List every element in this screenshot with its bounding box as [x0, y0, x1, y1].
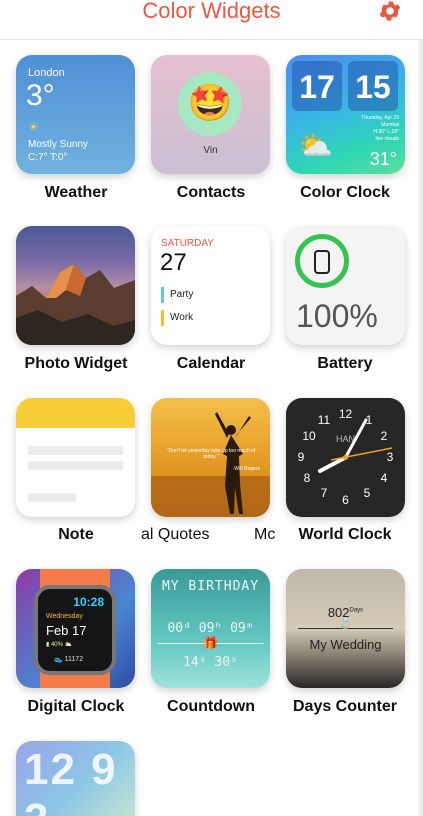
calendar-date: 27: [160, 249, 187, 276]
countdown-value: 14: [183, 655, 199, 670]
note-widget-tile[interactable]: [16, 398, 135, 517]
days-counter-widget-tile[interactable]: 802Days 💍 My Wedding: [286, 569, 405, 688]
world-clock-widget-tile[interactable]: 12 1 2 3 4 5 6 7 8 9 10 11 HAN: [286, 398, 405, 517]
contact-name: Vin: [203, 145, 218, 156]
scrollbar[interactable]: [419, 0, 423, 816]
days-counter-label[interactable]: Days Counter: [275, 698, 415, 716]
rings-icon: 💍: [339, 619, 352, 630]
big-clock-digits: 12 9 3: [24, 745, 118, 816]
photo-widget-tile[interactable]: [16, 226, 135, 345]
clock-info: Thursday, Apr 29 Mumbai H:30° L:18° few …: [361, 115, 399, 143]
clock-numeral: 9: [298, 450, 305, 464]
note-label[interactable]: Note: [6, 526, 146, 544]
weather-label[interactable]: Weather: [6, 184, 146, 202]
world-clock-label[interactable]: World Clock: [275, 526, 415, 544]
contacts-label[interactable]: Contacts: [141, 184, 281, 202]
gear-icon[interactable]: [377, 0, 403, 24]
calendar-label[interactable]: Calendar: [141, 355, 281, 373]
digital-clock-label[interactable]: Digital Clock: [6, 698, 146, 716]
sun-icon: ☀: [28, 120, 39, 134]
star-struck-emoji-icon: 🤩: [187, 82, 233, 123]
battery-percent: 100%: [296, 298, 378, 334]
watch-battery: ▮ 40% ⛅: [46, 642, 73, 648]
clock-numeral: 4: [381, 471, 388, 485]
photo-widget-label[interactable]: Photo Widget: [6, 355, 146, 373]
calendar-weekday: SATURDAY: [161, 238, 214, 249]
watch-weekday: Wednesday: [46, 613, 83, 620]
countdown-widget-tile[interactable]: MY BIRTHDAY 00ᵈ 09ʰ 09ᵐ 🎁 14ˢ 30ˢ: [151, 569, 270, 688]
clock-numeral: 7: [321, 486, 328, 500]
watch-battery-value: 40%: [50, 642, 63, 648]
clock-numeral: 10: [302, 429, 316, 443]
contacts-widget-tile[interactable]: 🤩 Vin: [151, 55, 270, 174]
clock-location: Mumbai: [381, 122, 399, 128]
note-line: [28, 493, 76, 502]
clock-minute: 15: [348, 61, 398, 111]
countdown-value: 30: [214, 655, 231, 670]
calendar-event: Party: [161, 287, 193, 303]
gift-icon: 🎁: [203, 636, 218, 650]
clock-hilo: H:30° L:18°: [373, 129, 399, 135]
weather-range: C:7° T:0°: [28, 152, 68, 163]
clock-numeral: 12: [339, 407, 353, 421]
clock-widget-tile-partial[interactable]: 12 9 3: [16, 741, 135, 816]
analog-clock-face: 12 1 2 3 4 5 6 7 8 9 10 11 HAN: [298, 407, 394, 507]
quotes-widget-tile[interactable]: "Don't let yesterday take up too much of…: [151, 398, 270, 517]
clock-numeral: 6: [342, 493, 349, 507]
mountain-photo-image: [16, 264, 135, 345]
digital-clock-widget-tile[interactable]: 10:28 Wednesday Feb 17 ▮ 40% ⛅ 👟 11172: [16, 569, 135, 688]
clock-hour: 17: [292, 61, 342, 111]
phone-icon: [314, 250, 330, 274]
watch-steps: 👟 11172: [54, 656, 84, 663]
note-line: [28, 461, 123, 470]
countdown-row-bottom: 14ˢ 30ˢ: [183, 655, 238, 670]
clock-center: [343, 455, 348, 460]
clock-second-hand: [330, 447, 393, 461]
countdown-minutes: 09: [230, 621, 246, 636]
smartwatch-face: 10:28 Wednesday Feb 17 ▮ 40% ⛅ 👟 11172: [34, 585, 116, 675]
countdown-title: MY BIRTHDAY: [161, 579, 260, 594]
quote-text: "Don't let yesterday take up too much of…: [166, 448, 256, 460]
weather-temperature: 3°: [26, 79, 55, 112]
clock-numeral: 5: [364, 486, 371, 500]
note-header-bar: [16, 398, 135, 428]
days-count-value: 802: [327, 605, 350, 620]
days-event: My Wedding: [309, 637, 382, 652]
countdown-days: 00: [167, 621, 184, 636]
weather-widget-tile[interactable]: London 3° ☀ Mostly Sunny C:7° T:0°: [16, 55, 135, 174]
battery-widget-tile[interactable]: 100%: [286, 226, 405, 345]
clock-temperature: 31°: [369, 149, 397, 169]
weather-city: London: [28, 67, 65, 79]
countdown-row-top: 00ᵈ 09ʰ 09ᵐ: [167, 621, 254, 636]
days-unit: Days: [349, 607, 364, 614]
page-title: Color Widgets: [142, 0, 281, 23]
clock-numeral: 11: [318, 413, 331, 427]
color-clock-widget-tile[interactable]: 17 15 Thursday, Apr 29 Mumbai H:30° L:18…: [286, 55, 405, 174]
contact-avatar: 🤩: [178, 72, 242, 136]
days-count: 802Days: [286, 605, 405, 620]
quote-author: -Will Rogers: [232, 466, 260, 472]
calendar-event: Work: [161, 310, 193, 326]
watch-date: Feb 17: [46, 623, 87, 638]
watch-steps-value: 11172: [64, 656, 84, 663]
weather-condition: Mostly Sunny: [28, 139, 89, 150]
partly-cloudy-icon: ⛅: [298, 130, 333, 161]
countdown-hours: 09: [198, 621, 215, 636]
note-line: [28, 446, 123, 455]
clock-date: Thursday, Apr 29: [361, 115, 399, 121]
battery-label[interactable]: Battery: [275, 355, 415, 373]
clock-sky: few clouds: [375, 136, 399, 142]
app-header: Color Widgets: [0, 0, 423, 40]
clock-numeral: 8: [304, 471, 311, 485]
quotes-label[interactable]: al Quotes: [141, 526, 217, 544]
calendar-widget-tile[interactable]: SATURDAY 27 Party Work: [151, 226, 270, 345]
watch-time: 10:28: [73, 595, 104, 609]
clock-numeral: 3: [387, 450, 394, 464]
countdown-label[interactable]: Countdown: [141, 698, 281, 716]
color-clock-label[interactable]: Color Clock: [275, 184, 415, 202]
clock-numeral: 2: [381, 429, 388, 443]
